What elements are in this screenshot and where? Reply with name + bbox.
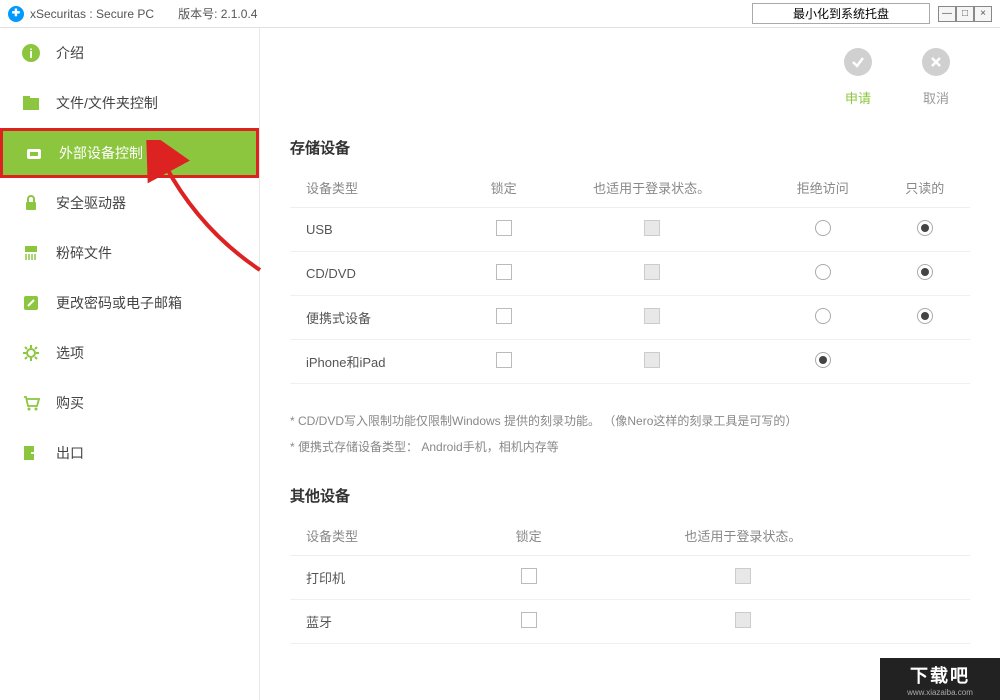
sidebar-item-options[interactable]: 选项 — [0, 328, 259, 378]
table-row: USB — [290, 208, 970, 252]
lock-checkbox[interactable] — [521, 612, 537, 628]
device-type-cell: CD/DVD — [290, 252, 470, 296]
cancel-icon — [922, 48, 950, 76]
sidebar-item-intro[interactable]: i 介绍 — [0, 28, 259, 78]
table-row: iPhone和iPad — [290, 340, 970, 384]
deny-radio[interactable] — [815, 264, 831, 280]
lock-checkbox[interactable] — [496, 220, 512, 236]
content-area: 申请 取消 存储设备 设备类型 锁定 也适用于登录状态。 拒绝访问 只读的 US… — [260, 28, 1000, 700]
note-line: * 便携式存储设备类型： Android手机，相机内存等 — [290, 434, 970, 460]
device-type-cell: 打印机 — [290, 555, 480, 599]
login-state-checkbox — [644, 308, 660, 324]
folder-icon — [20, 92, 42, 114]
lock-checkbox[interactable] — [496, 352, 512, 368]
sidebar-item-label: 安全驱动器 — [56, 193, 126, 213]
sidebar-item-label: 购买 — [56, 393, 84, 413]
watermark-text: 下载吧 — [910, 662, 970, 688]
device-icon — [23, 142, 45, 164]
deny-radio[interactable] — [815, 308, 831, 324]
col-readonly: 只读的 — [880, 168, 970, 208]
sidebar-item-label: 出口 — [56, 443, 84, 463]
col-login-state: 也适用于登录状态。 — [537, 168, 766, 208]
col-device-type: 设备类型 — [290, 516, 480, 556]
edit-icon — [20, 292, 42, 314]
readonly-radio[interactable] — [917, 308, 933, 324]
sidebar-item-external-device[interactable]: 外部设备控制 — [0, 128, 259, 178]
login-state-checkbox — [644, 264, 660, 280]
gear-icon — [20, 342, 42, 364]
minimize-button[interactable]: — — [938, 6, 956, 22]
notes-area: * CD/DVD写入限制功能仅限制Windows 提供的刻录功能。 （像Nero… — [290, 408, 970, 461]
sidebar-item-label: 外部设备控制 — [59, 143, 143, 163]
storage-device-table: 设备类型 锁定 也适用于登录状态。 拒绝访问 只读的 USB CD/DVD — [290, 168, 970, 384]
login-state-checkbox — [644, 220, 660, 236]
deny-radio[interactable] — [815, 352, 831, 368]
apply-button[interactable]: 申请 — [844, 48, 872, 107]
col-lock: 锁定 — [470, 168, 537, 208]
sidebar-item-file-control[interactable]: 文件/文件夹控制 — [0, 78, 259, 128]
lock-checkbox[interactable] — [496, 308, 512, 324]
cancel-button[interactable]: 取消 — [922, 48, 950, 107]
sidebar-item-label: 更改密码或电子邮箱 — [56, 293, 182, 313]
app-title: xSecuritas : Secure PC — [30, 7, 154, 21]
storage-section-title: 存储设备 — [290, 137, 970, 158]
table-row: CD/DVD — [290, 252, 970, 296]
table-row: 便携式设备 — [290, 296, 970, 340]
sidebar-item-label: 介绍 — [56, 43, 84, 63]
minimize-to-tray-button[interactable]: 最小化到系统托盘 — [752, 3, 930, 24]
sidebar-item-label: 粉碎文件 — [56, 243, 112, 263]
sidebar-item-secure-drive[interactable]: 安全驱动器 — [0, 178, 259, 228]
cart-icon — [20, 392, 42, 414]
apply-label: 申请 — [844, 88, 872, 107]
sidebar-item-label: 选项 — [56, 343, 84, 363]
sidebar-item-shred[interactable]: 粉碎文件 — [0, 228, 259, 278]
col-deny: 拒绝访问 — [766, 168, 879, 208]
sidebar-item-exit[interactable]: 出口 — [0, 428, 259, 478]
device-type-cell: USB — [290, 208, 470, 252]
sidebar-item-label: 文件/文件夹控制 — [56, 93, 158, 113]
login-state-checkbox — [644, 352, 660, 368]
lock-checkbox[interactable] — [521, 568, 537, 584]
login-state-checkbox — [735, 612, 751, 628]
col-device-type: 设备类型 — [290, 168, 470, 208]
svg-text:i: i — [29, 46, 33, 61]
readonly-radio[interactable] — [917, 264, 933, 280]
sidebar-item-change-password[interactable]: 更改密码或电子邮箱 — [0, 278, 259, 328]
exit-icon — [20, 442, 42, 464]
cancel-label: 取消 — [922, 88, 950, 107]
shred-icon — [20, 242, 42, 264]
check-icon — [844, 48, 872, 76]
version-label: 版本号: 2.1.0.4 — [178, 5, 257, 22]
table-row: 打印机 — [290, 555, 970, 599]
close-button[interactable]: × — [974, 6, 992, 22]
note-line: * CD/DVD写入限制功能仅限制Windows 提供的刻录功能。 （像Nero… — [290, 408, 970, 434]
watermark-url: www.xiazaiba.com — [907, 688, 973, 697]
deny-radio[interactable] — [815, 220, 831, 236]
device-type-cell: iPhone和iPad — [290, 340, 470, 384]
login-state-checkbox — [735, 568, 751, 584]
other-device-table: 设备类型 锁定 也适用于登录状态。 打印机 蓝牙 — [290, 516, 970, 644]
app-logo-icon: ✚ — [8, 6, 24, 22]
sidebar-item-purchase[interactable]: 购买 — [0, 378, 259, 428]
device-type-cell: 蓝牙 — [290, 599, 480, 643]
info-icon: i — [20, 42, 42, 64]
col-lock: 锁定 — [480, 516, 578, 556]
maximize-button[interactable]: □ — [956, 6, 974, 22]
lock-icon — [20, 192, 42, 214]
lock-checkbox[interactable] — [496, 264, 512, 280]
other-section-title: 其他设备 — [290, 485, 970, 506]
watermark: 下载吧 www.xiazaiba.com — [880, 658, 1000, 700]
device-type-cell: 便携式设备 — [290, 296, 470, 340]
col-login-state: 也适用于登录状态。 — [577, 516, 908, 556]
sidebar: i 介绍 文件/文件夹控制 外部设备控制 安全驱动器 粉碎文件 更改密码或电子邮… — [0, 28, 260, 700]
readonly-radio[interactable] — [917, 220, 933, 236]
table-row: 蓝牙 — [290, 599, 970, 643]
titlebar: ✚ xSecuritas : Secure PC 版本号: 2.1.0.4 最小… — [0, 0, 1000, 28]
